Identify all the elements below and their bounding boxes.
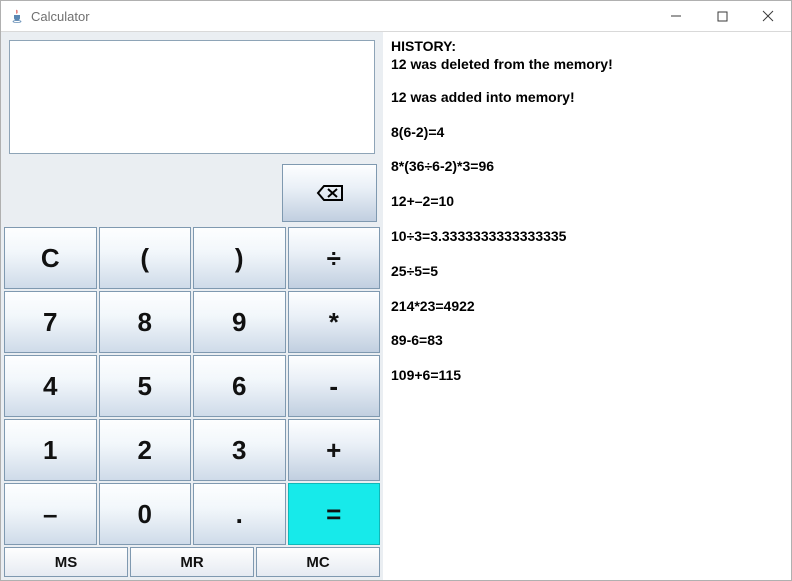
history-entry: 25÷5=5 xyxy=(391,263,783,280)
lparen-button[interactable]: ( xyxy=(99,227,192,289)
history-entry-text: 12 was deleted from the memory! xyxy=(391,56,783,73)
rparen-button[interactable]: ) xyxy=(193,227,286,289)
history-list: 12 was deleted from the memory! 12 was ad… xyxy=(391,56,783,384)
clear-button[interactable]: C xyxy=(4,227,97,289)
negate-button[interactable]: – xyxy=(4,483,97,545)
history-entry-text: 12 was added into memory! xyxy=(391,89,783,106)
minimize-button[interactable] xyxy=(653,1,699,31)
memory-clear-button[interactable]: MC xyxy=(256,547,380,577)
digit-6-button[interactable]: 6 xyxy=(193,355,286,417)
multiply-button[interactable]: * xyxy=(288,291,381,353)
decimal-button[interactable]: . xyxy=(193,483,286,545)
java-icon xyxy=(9,8,25,24)
history-entry-text: 214*23=4922 xyxy=(391,298,783,315)
history-entry-text: 89-6=83 xyxy=(391,332,783,349)
digit-9-button[interactable]: 9 xyxy=(193,291,286,353)
digit-0-button[interactable]: 0 xyxy=(99,483,192,545)
history-entry: 109+6=115 xyxy=(391,367,783,384)
history-entry: 8*(36÷6-2)*3=96 xyxy=(391,158,783,175)
history-entry: 89-6=83 xyxy=(391,332,783,349)
digit-8-button[interactable]: 8 xyxy=(99,291,192,353)
digit-3-button[interactable]: 3 xyxy=(193,419,286,481)
history-entry: 10÷3=3.3333333333333335 xyxy=(391,228,783,245)
history-entry-text: 10÷3=3.3333333333333335 xyxy=(391,228,783,245)
window-title: Calculator xyxy=(31,9,90,24)
memory-recall-button[interactable]: MR xyxy=(130,547,254,577)
history-panel: HISTORY: 12 was deleted from the memory!… xyxy=(383,32,791,580)
history-entry: 12 was added into memory! xyxy=(391,89,783,106)
memory-store-button[interactable]: MS xyxy=(4,547,128,577)
history-entry-text: 109+6=115 xyxy=(391,367,783,384)
digit-2-button[interactable]: 2 xyxy=(99,419,192,481)
history-entry-text: 25÷5=5 xyxy=(391,263,783,280)
digit-7-button[interactable]: 7 xyxy=(4,291,97,353)
history-entry-text: 12+–2=10 xyxy=(391,193,783,210)
close-button[interactable] xyxy=(745,1,791,31)
history-entry-text: 8*(36÷6-2)*3=96 xyxy=(391,158,783,175)
app-window: Calculator xyxy=(0,0,792,581)
history-title: HISTORY: xyxy=(391,38,783,54)
history-entry: 214*23=4922 xyxy=(391,298,783,315)
maximize-button[interactable] xyxy=(699,1,745,31)
plus-button[interactable]: + xyxy=(288,419,381,481)
backspace-button[interactable] xyxy=(282,164,377,222)
minus-button[interactable]: - xyxy=(288,355,381,417)
divide-button[interactable]: ÷ xyxy=(288,227,381,289)
history-entry: 12 was deleted from the memory! xyxy=(391,56,783,73)
history-entry-text: 8(6-2)=4 xyxy=(391,124,783,141)
titlebar: Calculator xyxy=(1,1,791,32)
display-output xyxy=(9,40,375,154)
equals-button[interactable]: = xyxy=(288,483,381,545)
calculator-panel: C ( ) ÷ 7 8 9 * 4 5 6 - xyxy=(1,32,383,580)
digit-5-button[interactable]: 5 xyxy=(99,355,192,417)
digit-1-button[interactable]: 1 xyxy=(4,419,97,481)
digit-4-button[interactable]: 4 xyxy=(4,355,97,417)
history-entry: 12+–2=10 xyxy=(391,193,783,210)
backspace-icon xyxy=(316,178,344,209)
history-entry: 8(6-2)=4 xyxy=(391,124,783,141)
